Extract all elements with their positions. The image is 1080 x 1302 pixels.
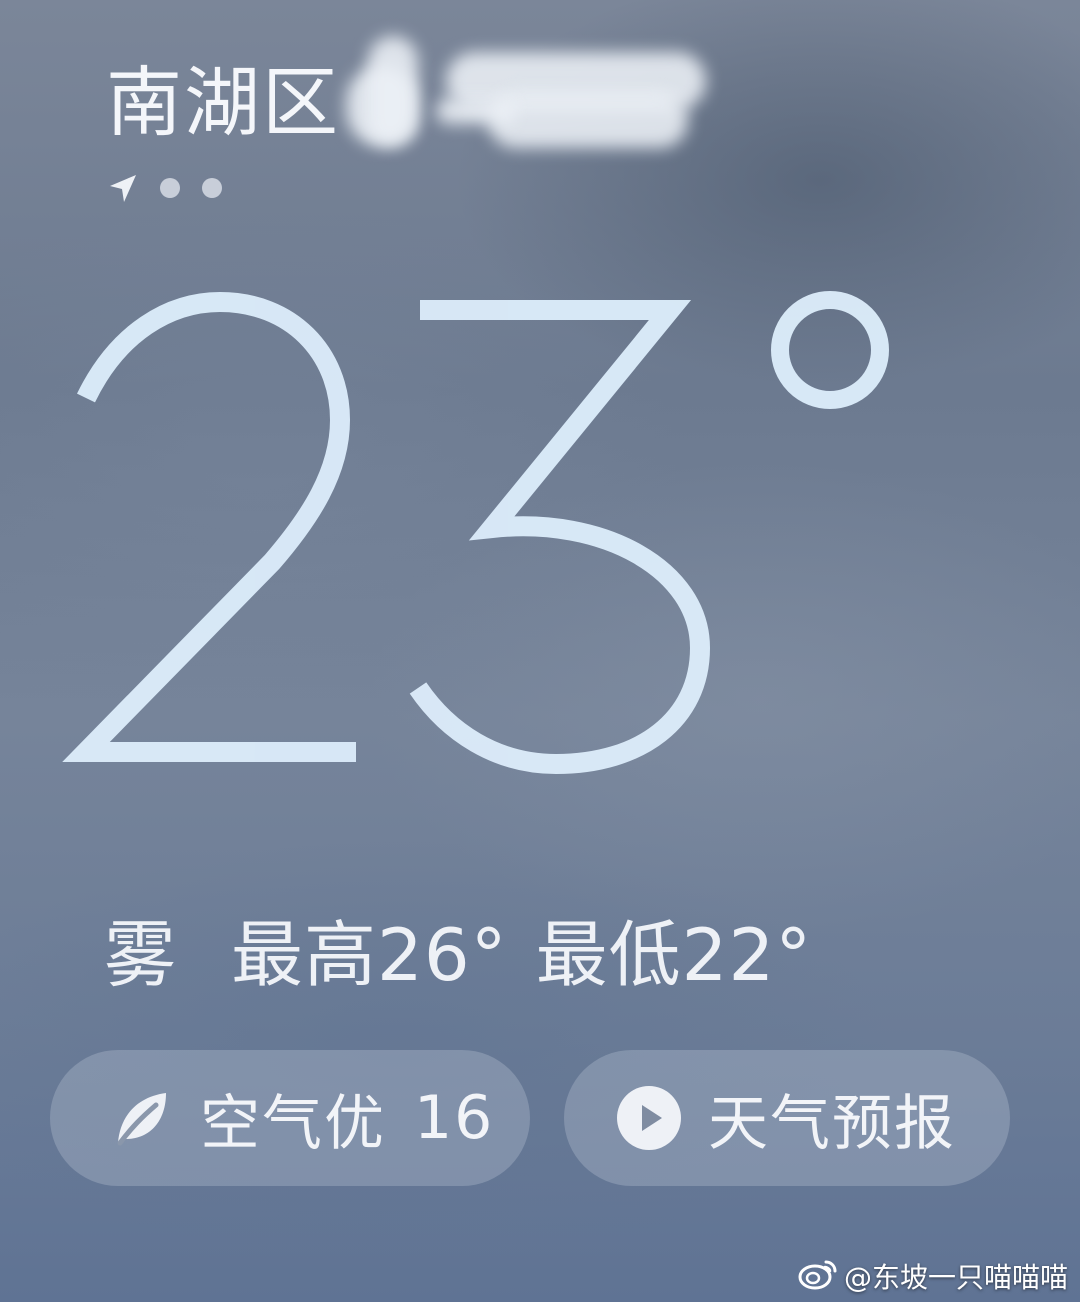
weibo-icon: [798, 1256, 838, 1297]
digit-three: [409, 300, 711, 775]
high-temperature: 最高26°: [231, 912, 508, 997]
degree-symbol: [771, 291, 889, 409]
weather-condition: 雾: [104, 912, 178, 997]
weather-summary: 雾 最高26° 最低22°: [104, 900, 812, 997]
air-quality-label: 空气优: [200, 1088, 386, 1159]
watermark-text: @东坡一只喵喵喵: [843, 1261, 1068, 1294]
leaf-icon: [108, 1085, 174, 1151]
weather-forecast-label: 天气预报: [708, 1088, 956, 1159]
weather-forecast-button[interactable]: 天气预报: [564, 1050, 1010, 1186]
air-quality-button[interactable]: 空气优 16: [50, 1050, 530, 1186]
watermark: @东坡一只喵喵喵: [798, 1254, 1068, 1298]
low-temperature: 最低22°: [535, 912, 813, 997]
digit-two: [62, 291, 356, 762]
air-quality-value: 16: [414, 1083, 495, 1153]
play-circle-icon: [616, 1085, 682, 1151]
